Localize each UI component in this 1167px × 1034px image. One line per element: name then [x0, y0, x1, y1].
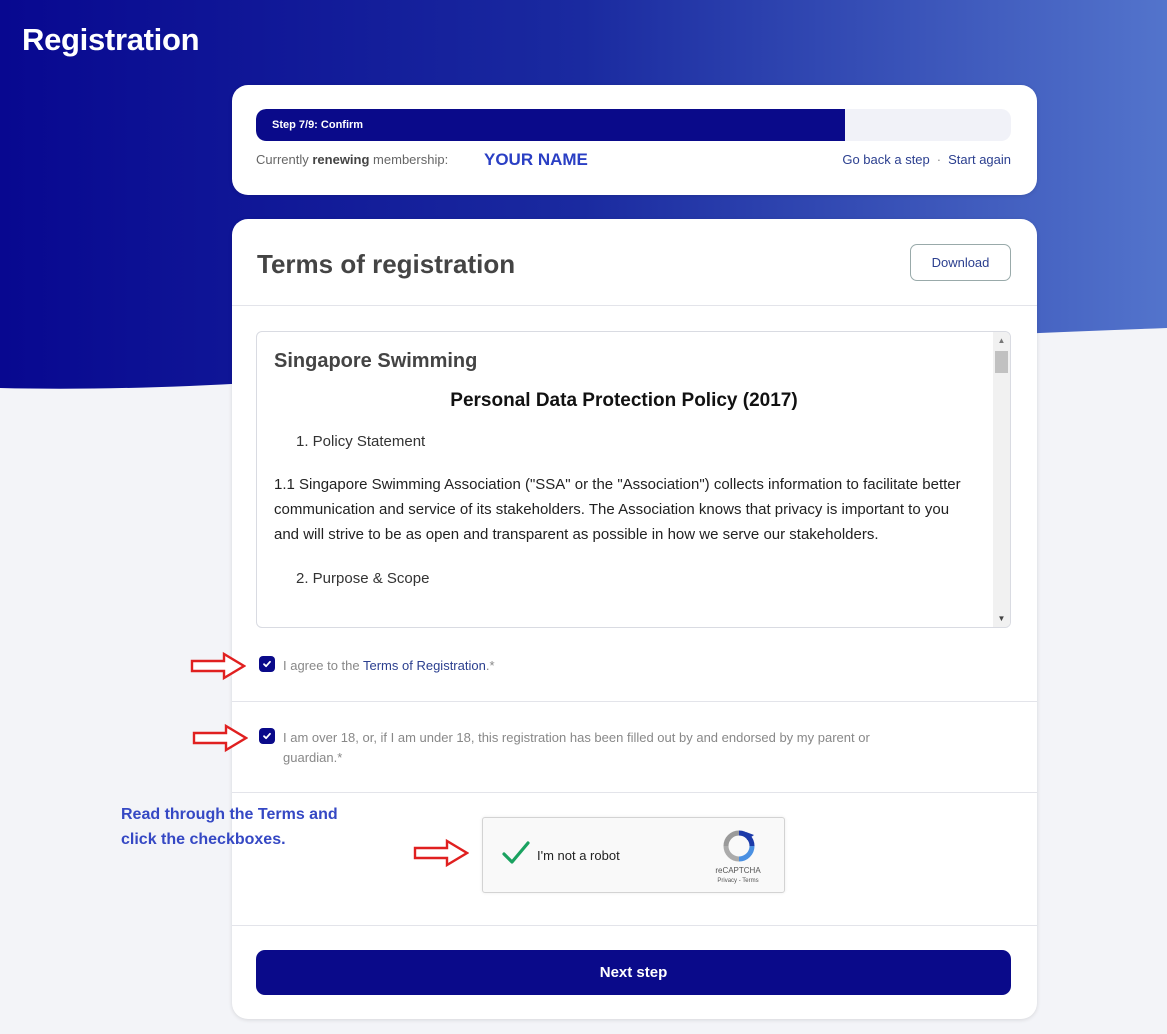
page-title: Registration	[22, 22, 200, 57]
progress-bar: Step 7/9: Confirm	[256, 109, 1011, 141]
terms-document-viewer[interactable]: Singapore Swimming Personal Data Protect…	[256, 331, 1011, 628]
membership-status: Currently renewing membership:	[256, 152, 449, 167]
recaptcha-label: I'm not a robot	[537, 848, 620, 863]
start-again-link[interactable]: Start again	[948, 152, 1011, 167]
download-button[interactable]: Download	[910, 244, 1011, 281]
recaptcha-checkmark-icon[interactable]	[501, 840, 531, 866]
divider	[232, 792, 1037, 793]
go-back-link[interactable]: Go back a step	[842, 152, 929, 167]
annotation-text: Read through the Terms and click the che…	[121, 806, 338, 848]
nav-separator: ·	[936, 152, 942, 167]
checkmark-icon	[263, 660, 271, 668]
terms-document-content: Singapore Swimming Personal Data Protect…	[274, 350, 974, 587]
agree-terms-checkbox[interactable]	[259, 656, 275, 672]
terms-card: Terms of registration Download Singapore…	[232, 219, 1037, 1019]
annotation-arrow-icon	[192, 723, 248, 753]
agree-terms-label: I agree to the Terms of Registration.*	[283, 658, 495, 673]
terms-of-registration-link[interactable]: Terms of Registration	[363, 658, 486, 673]
document-policy-heading: Personal Data Protection Policy (2017)	[450, 390, 798, 411]
document-scrollbar[interactable]: ▲ ▼	[993, 332, 1010, 627]
divider	[232, 925, 1037, 926]
annotation-arrow-icon	[190, 651, 246, 681]
scroll-thumb[interactable]	[995, 351, 1008, 373]
recaptcha-logo-icon	[723, 830, 755, 862]
age-confirm-row: I am over 18, or, if I am under 18, this…	[259, 728, 870, 768]
member-name: YOUR NAME	[484, 150, 588, 169]
divider	[232, 701, 1037, 702]
recaptcha-brand: reCAPTCHA	[715, 866, 761, 875]
agree-terms-row: I agree to the Terms of Registration.*	[259, 656, 495, 676]
document-paragraph: 1.1 Singapore Swimming Association ("SSA…	[274, 476, 961, 543]
annotation-arrow-icon	[413, 838, 469, 868]
age-confirm-checkbox[interactable]	[259, 728, 275, 744]
checkmark-icon	[263, 732, 271, 740]
next-step-button[interactable]: Next step	[256, 950, 1011, 995]
step-progress-card: Step 7/9: Confirm Currently renewing mem…	[232, 85, 1037, 195]
age-confirm-label: I am over 18, or, if I am under 18, this…	[283, 730, 870, 765]
terms-title: Terms of registration	[257, 249, 516, 279]
recaptcha-widget: I'm not a robot reCAPTCHA Privacy - Term…	[482, 817, 785, 893]
step-navigation: Go back a step · Start again	[842, 152, 1011, 167]
scroll-down-arrow-icon[interactable]: ▼	[993, 610, 1010, 627]
membership-action: renewing	[312, 152, 370, 167]
document-org-name: Singapore Swimming	[274, 350, 478, 372]
document-section-heading: 1. Policy Statement	[296, 433, 426, 450]
scroll-up-arrow-icon[interactable]: ▲	[993, 332, 1010, 349]
progress-step-label: Step 7/9: Confirm	[272, 119, 364, 131]
document-section-heading: 2. Purpose & Scope	[296, 570, 430, 587]
recaptcha-links[interactable]: Privacy - Terms	[693, 878, 783, 884]
divider	[232, 305, 1037, 306]
